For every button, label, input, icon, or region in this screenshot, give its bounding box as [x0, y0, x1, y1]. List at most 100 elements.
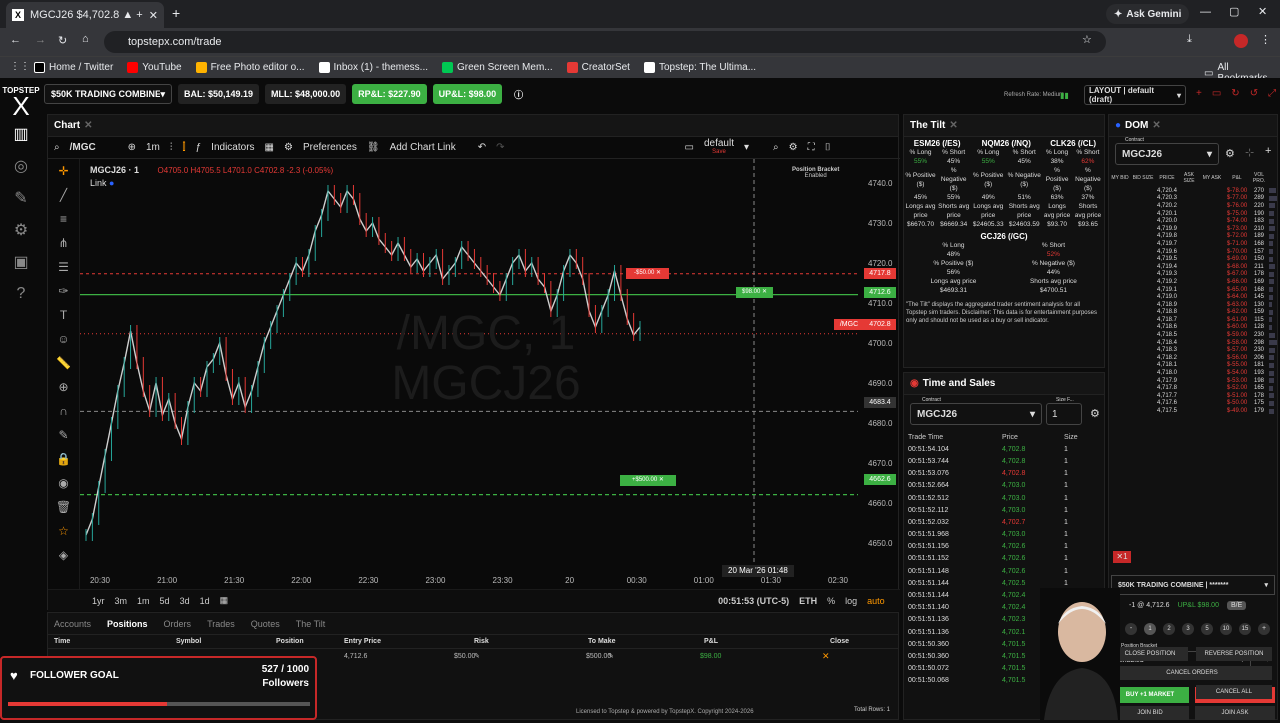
tns-contract-select[interactable]: MGCJ26 ▾ — [910, 403, 1042, 425]
dom-row[interactable]: 4,719.9 $-73.00 210 — [1109, 225, 1277, 233]
undo-layout-icon[interactable]: ↺ — [1250, 88, 1258, 99]
tv-icon[interactable]: ▣ — [0, 246, 42, 278]
tf-3m[interactable]: 3m — [115, 596, 128, 606]
dom-row[interactable]: 4,717.6 $-50.00 175 — [1109, 400, 1277, 408]
magnet-icon[interactable]: ∩ — [48, 399, 79, 423]
save-layout-icon[interactable]: ▭ — [1212, 88, 1221, 99]
price-axis[interactable] — [858, 159, 900, 589]
close-icon[interactable]: ✕ — [949, 120, 957, 131]
indicators-button[interactable]: Indicators — [211, 142, 254, 153]
add-widget-icon[interactable]: + — [1196, 88, 1202, 99]
qty-1[interactable]: 1 — [1144, 623, 1156, 635]
reverse-position-button[interactable]: REVERSE POSITION — [1196, 647, 1272, 661]
redo-icon[interactable]: ↷ — [496, 142, 504, 153]
dom-add-icon[interactable]: + — [1265, 145, 1271, 157]
dom-row[interactable]: 4,718.4 $-58.00 298 — [1109, 339, 1277, 347]
tns-size-field[interactable]: 1 — [1046, 403, 1082, 425]
chart-settings-icon[interactable]: ⚙ — [789, 142, 798, 153]
tab-tilt[interactable]: The Tilt — [296, 619, 326, 629]
brush-icon[interactable]: ✑ — [48, 279, 79, 303]
ruler-icon[interactable]: 📏 — [48, 351, 79, 375]
download-icon[interactable]: ⤓ — [1187, 33, 1192, 46]
dom-contract-select[interactable]: MGCJ26 ▾ — [1115, 143, 1219, 165]
join-ask-button[interactable]: JOIN ASK — [1195, 706, 1275, 720]
fib-icon[interactable]: ☰ — [48, 255, 79, 279]
forward-icon[interactable]: → — [35, 34, 46, 46]
dom-row[interactable]: 4,719.6 $-70.00 157 — [1109, 248, 1277, 256]
qty-minus[interactable]: - — [1125, 623, 1137, 635]
browser-menu-icon[interactable]: ⋮ — [1260, 33, 1271, 46]
dom-settings-icon[interactable]: ⚙ — [1225, 147, 1235, 160]
layout-icon[interactable]: ▭ — [685, 142, 694, 153]
crosshair-icon[interactable]: ✛ — [48, 159, 79, 183]
dom-cancel-icon[interactable]: ✕1 — [1113, 551, 1131, 563]
bookmark-star-icon[interactable]: ☆ — [1082, 33, 1092, 46]
bookmark-5[interactable]: CreatorSet — [566, 62, 630, 73]
dom-row[interactable]: 4,718.5 $-59.00 230 — [1109, 331, 1277, 339]
dom-row[interactable]: 4,719.2 $-66.00 169 — [1109, 278, 1277, 286]
qty-3[interactable]: 3 — [1182, 623, 1194, 635]
back-icon[interactable]: ← — [10, 34, 21, 46]
bookmark-0[interactable]: Home / Twitter — [34, 62, 113, 73]
position-bracket-status[interactable]: Position Bracket Enabled — [792, 167, 839, 179]
url-field[interactable]: topstepx.com/trade — [104, 31, 1106, 53]
dom-row[interactable]: 4,717.5 $-49.00 179 — [1109, 407, 1277, 415]
add-chart-link-button[interactable]: Add Chart Link — [390, 142, 456, 153]
trash-icon[interactable]: 🗑 — [48, 495, 79, 519]
dom-row[interactable]: 4,718.6 $-60.00 128 — [1109, 324, 1277, 332]
breakeven-button[interactable]: B/E — [1226, 601, 1247, 610]
close-position-icon[interactable]: ✕ — [822, 651, 830, 662]
lock-icon[interactable]: 🔒 — [48, 447, 79, 471]
buy-market-button[interactable]: BUY +1 MARKET — [1111, 687, 1189, 703]
close-icon[interactable]: ✕ — [1152, 120, 1160, 131]
favorite-icon[interactable]: ☆ — [48, 519, 79, 543]
sl-order-label[interactable]: -$50.00 ✕ — [626, 268, 670, 279]
chart-tab[interactable]: Chart — [54, 120, 80, 131]
calendar-icon[interactable]: ▦ — [220, 595, 229, 606]
tns-settings-icon[interactable]: ⚙ — [1090, 407, 1100, 420]
dom-row[interactable]: 4,718.7 $-61.00 115 — [1109, 316, 1277, 324]
dom-row[interactable]: 4,719.5 $-69.00 150 — [1109, 255, 1277, 263]
entry-order-label[interactable]: $98.00 ✕ — [736, 287, 774, 298]
bar-type-icon[interactable]: ⫶ — [170, 142, 173, 153]
tf-3d[interactable]: 3d — [180, 596, 190, 606]
search-icon[interactable]: ⌕ — [54, 142, 60, 153]
chart-clock[interactable]: 00:51:53 (UTC-5) — [718, 596, 789, 606]
log-toggle[interactable]: log — [845, 596, 857, 606]
bookmark-4[interactable]: Green Screen Mem... — [442, 62, 553, 73]
template-select[interactable]: default Save — [704, 138, 734, 156]
qty-10[interactable]: 10 — [1220, 623, 1232, 635]
new-tab-icon[interactable]: + — [172, 5, 180, 21]
tab-quotes[interactable]: Quotes — [251, 619, 280, 629]
symbol-field[interactable]: /MGC — [70, 142, 118, 153]
dom-row[interactable]: 4,720.0 $-74.00 183 — [1109, 217, 1277, 225]
profile-avatar[interactable] — [1234, 34, 1248, 48]
eye-icon[interactable]: ◉ — [48, 471, 79, 495]
apps-icon[interactable]: ⋮⋮ — [10, 61, 30, 72]
camera-icon[interactable]: ⌷ — [825, 142, 831, 153]
ask-gemini-button[interactable]: ✦ Ask Gemini — [1106, 4, 1190, 24]
pencil-lock-icon[interactable]: ✎ — [48, 423, 79, 447]
dom-row[interactable]: 4,719.7 $-71.00 168 — [1109, 240, 1277, 248]
refresh-layout-icon[interactable]: ↻ — [1231, 88, 1239, 99]
dom-row[interactable]: 4,718.2 $-56.00 206 — [1109, 354, 1277, 362]
tab-orders[interactable]: Orders — [164, 619, 192, 629]
tp-order-label[interactable]: +$500.00 ✕ — [620, 475, 676, 486]
dom-row[interactable]: 4,719.8 $-72.00 189 — [1109, 233, 1277, 241]
dom-row[interactable]: 4,719.1 $-65.00 168 — [1109, 286, 1277, 294]
interval-select[interactable]: 1m — [146, 142, 160, 153]
refresh-rate[interactable]: Refresh Rate: Medium — [1004, 92, 1064, 98]
trade-icon[interactable]: ▥ — [0, 118, 42, 150]
community-icon[interactable]: ◎ — [0, 150, 42, 182]
qty-2[interactable]: 2 — [1163, 623, 1175, 635]
candles-icon[interactable]: ⫿ — [182, 142, 185, 153]
dom-row[interactable]: 4,718.3 $-57.00 230 — [1109, 346, 1277, 354]
dom-row[interactable]: 4,720.3 $-77.00 289 — [1109, 195, 1277, 203]
text-icon[interactable]: T — [48, 303, 79, 327]
dom-row[interactable]: 4,719.0 $-64.00 145 — [1109, 293, 1277, 301]
dom-row[interactable]: 4,718.9 $-63.00 130 — [1109, 301, 1277, 309]
session-toggle[interactable]: ETH — [799, 596, 817, 606]
tf-5d[interactable]: 5d — [160, 596, 170, 606]
chart-plot[interactable]: 4740.0 4730.0 4720.0 4710.0 4700.0 4690.0 4680… — [80, 159, 900, 611]
undo-icon[interactable]: ↶ — [478, 142, 486, 153]
